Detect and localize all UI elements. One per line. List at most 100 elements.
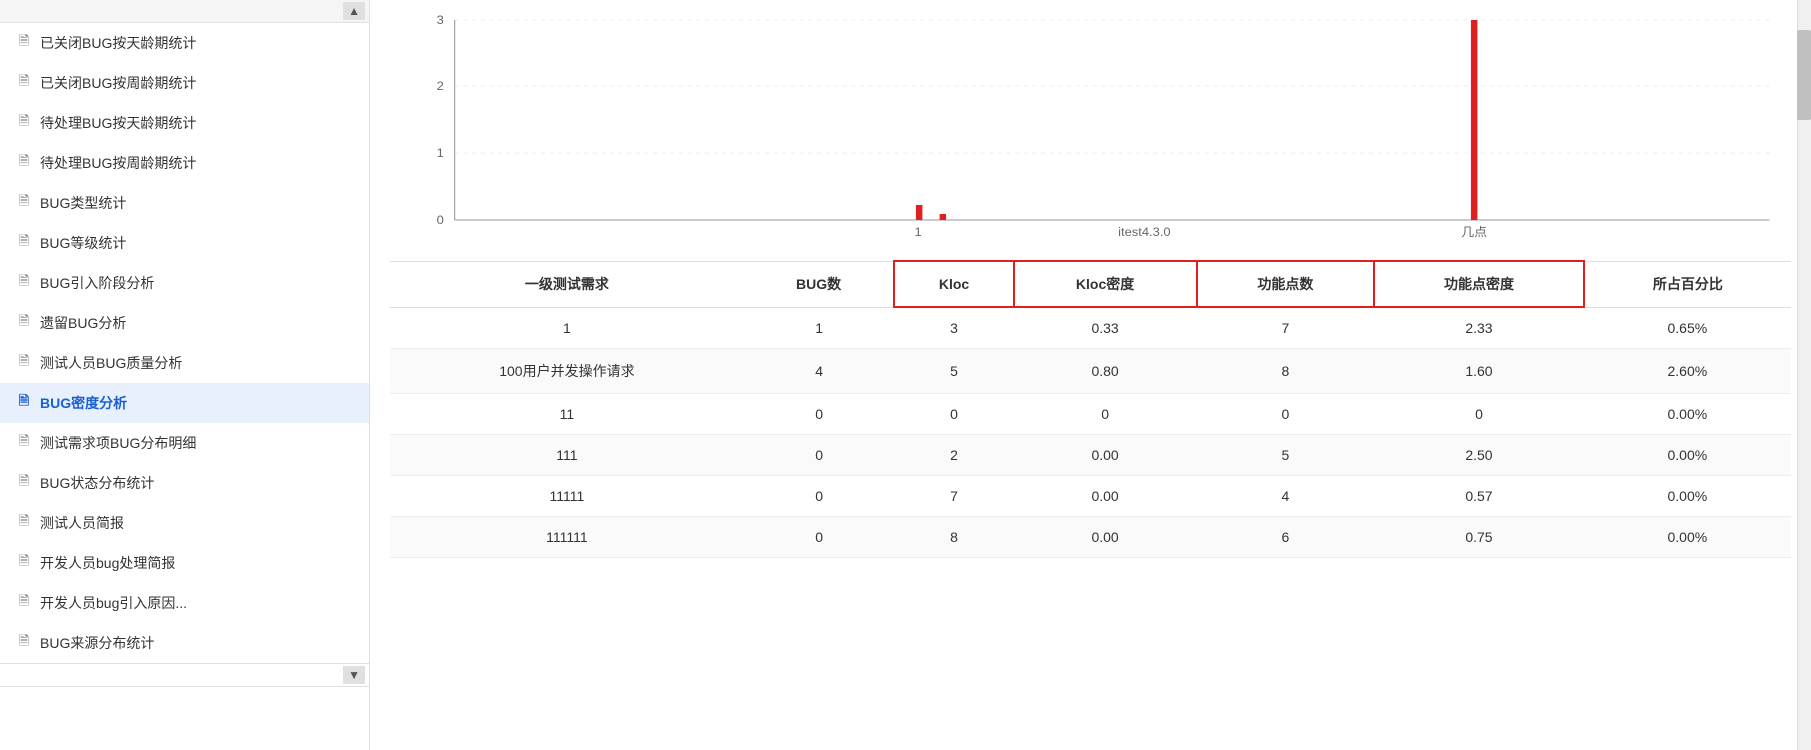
cell-func-points: 8 [1197,349,1375,394]
sidebar-item-label-dev-bug-cause: 开发人员bug引入原因... [40,593,353,613]
sidebar-item-tester-brief[interactable]: 🗎测试人员简报 [0,503,369,543]
table-row: 111020.0052.500.00% [390,435,1791,476]
doc-icon: 🗎 [16,235,32,251]
cell-kloc: 2 [894,435,1013,476]
doc-icon: 🗎 [16,435,32,451]
cell-bug-count: 1 [744,307,895,349]
sidebar-item-label-bug-source-dist: BUG来源分布统计 [40,633,353,653]
table-row: 111111080.0060.750.00% [390,517,1791,558]
sidebar-item-label-bug-status-dist: BUG状态分布统计 [40,473,353,493]
cell-kloc: 0 [894,394,1013,435]
sidebar-item-label-bug-type: BUG类型统计 [40,193,353,213]
sidebar-item-pending-bug-week[interactable]: 🗎待处理BUG按周龄期统计 [0,143,369,183]
cell-bug-count: 0 [744,394,895,435]
cell-func-density: 2.33 [1374,307,1584,349]
col-header-bug-count: BUG数 [744,261,895,307]
sidebar-item-label-remaining-bug: 遗留BUG分析 [40,313,353,333]
doc-icon: 🗎 [16,635,32,651]
cell-func-points: 4 [1197,476,1375,517]
sidebar-item-dev-bug-brief[interactable]: 🗎 开发人员bug处理简报 [0,543,369,583]
cell-bug-count: 0 [744,476,895,517]
chart-container: 3 2 1 0 1 itest4.3.0 几点 [390,10,1791,240]
sidebar-item-bug-density[interactable]: 🗎 BUG密度分析 [0,383,369,423]
cell-bug-count: 4 [744,349,895,394]
table-header-row: 一级测试需求 BUG数 Kloc Kloc密度 功能点数 功能点密度 所占百分比 [390,261,1791,307]
cell-req: 111 [390,435,744,476]
sidebar-item-test-req-bug-detail[interactable]: 🗎 测试需求项BUG分布明细 [0,423,369,463]
sidebar-item-closed-bug-week[interactable]: 🗎已关闭BUG按周龄期统计 [0,63,369,103]
col-header-func-density: 功能点密度 [1374,261,1584,307]
table-row: 11111070.0040.570.00% [390,476,1791,517]
col-header-func-points: 功能点数 [1197,261,1375,307]
doc-icon: 🗎 [16,355,32,371]
doc-icon: 🗎 [16,195,32,211]
scroll-down-arrow-icon[interactable]: ▼ [343,666,365,684]
doc-icon: 🗎 [16,515,32,531]
cell-req: 11 [390,394,744,435]
sidebar-item-label-dev-bug-brief: 开发人员bug处理简报 [40,553,353,573]
cell-bug-count: 0 [744,435,895,476]
cell-percentage: 0.65% [1584,307,1791,349]
table-row: 11000000.00% [390,394,1791,435]
doc-icon: 🗎 [16,395,32,411]
cell-func-points: 5 [1197,435,1375,476]
sidebar-item-bug-type[interactable]: 🗎 BUG类型统计 [0,183,369,223]
cell-percentage: 0.00% [1584,476,1791,517]
sidebar-item-dev-bug-cause[interactable]: 🗎开发人员bug引入原因... [0,583,369,623]
cell-req: 1 [390,307,744,349]
cell-req: 111111 [390,517,744,558]
cell-bug-count: 0 [744,517,895,558]
sidebar-scroll-bottom[interactable]: ▼ [0,663,369,687]
main-content: 3 2 1 0 1 itest4.3.0 几点 一 [370,0,1811,750]
main-scrollbar-track[interactable] [1797,0,1811,750]
cell-kloc: 5 [894,349,1013,394]
svg-text:3: 3 [437,13,444,26]
cell-kloc-density: 0.00 [1014,517,1197,558]
cell-kloc-density: 0.00 [1014,435,1197,476]
col-header-kloc: Kloc [894,261,1013,307]
sidebar-item-label-bug-intro-stage: BUG引入阶段分析 [40,273,353,293]
sidebar: ▲ 🗎已关闭BUG按天龄期统计🗎已关闭BUG按周龄期统计🗎待处理BUG按天龄期统… [0,0,370,750]
main-scrollbar-thumb[interactable] [1797,30,1811,120]
cell-percentage: 2.60% [1584,349,1791,394]
col-header-kloc-density: Kloc密度 [1014,261,1197,307]
cell-kloc: 8 [894,517,1013,558]
col-header-percentage: 所占百分比 [1584,261,1791,307]
sidebar-item-label-bug-level: BUG等级统计 [40,233,353,253]
sidebar-item-bug-source-dist[interactable]: 🗎 BUG来源分布统计 [0,623,369,663]
svg-text:1: 1 [914,225,921,238]
sidebar-item-remaining-bug[interactable]: 🗎遗留BUG分析 [0,303,369,343]
sidebar-item-pending-bug-day[interactable]: 🗎待处理BUG按天龄期统计 [0,103,369,143]
cell-percentage: 0.00% [1584,394,1791,435]
col-header-req: 一级测试需求 [390,261,744,307]
cell-kloc-density: 0.80 [1014,349,1197,394]
svg-text:itest4.3.0: itest4.3.0 [1118,225,1171,238]
doc-icon: 🗎 [16,275,32,291]
svg-text:几点: 几点 [1461,225,1487,238]
sidebar-item-closed-bug-day[interactable]: 🗎已关闭BUG按天龄期统计 [0,23,369,63]
sidebar-item-bug-status-dist[interactable]: 🗎 BUG状态分布统计 [0,463,369,503]
bug-density-table: 一级测试需求 BUG数 Kloc Kloc密度 功能点数 功能点密度 所占百分比… [390,260,1791,558]
chart-area: 3 2 1 0 1 itest4.3.0 几点 [390,0,1791,250]
sidebar-item-tester-bug-quality[interactable]: 🗎测试人员BUG质量分析 [0,343,369,383]
cell-func-density: 2.50 [1374,435,1584,476]
cell-kloc-density: 0.00 [1014,476,1197,517]
sidebar-item-label-test-req-bug-detail: 测试需求项BUG分布明细 [40,433,353,453]
cell-func-points: 0 [1197,394,1375,435]
sidebar-item-bug-intro-stage[interactable]: 🗎 BUG引入阶段分析 [0,263,369,303]
cell-percentage: 0.00% [1584,435,1791,476]
sidebar-scroll-top[interactable]: ▲ [0,0,369,23]
cell-kloc-density: 0.33 [1014,307,1197,349]
doc-icon: 🗎 [16,555,32,571]
cell-func-density: 0.75 [1374,517,1584,558]
cell-func-points: 6 [1197,517,1375,558]
sidebar-item-label-bug-density: BUG密度分析 [40,393,353,413]
scroll-up-arrow-icon[interactable]: ▲ [343,2,365,20]
doc-icon: 🗎 [16,475,32,491]
table-area: 一级测试需求 BUG数 Kloc Kloc密度 功能点数 功能点密度 所占百分比… [390,250,1791,558]
cell-req: 100用户并发操作请求 [390,349,744,394]
cell-func-density: 1.60 [1374,349,1584,394]
cell-kloc: 7 [894,476,1013,517]
sidebar-item-bug-level[interactable]: 🗎 BUG等级统计 [0,223,369,263]
table-body: 1130.3372.330.65%100用户并发操作请求450.8081.602… [390,307,1791,558]
